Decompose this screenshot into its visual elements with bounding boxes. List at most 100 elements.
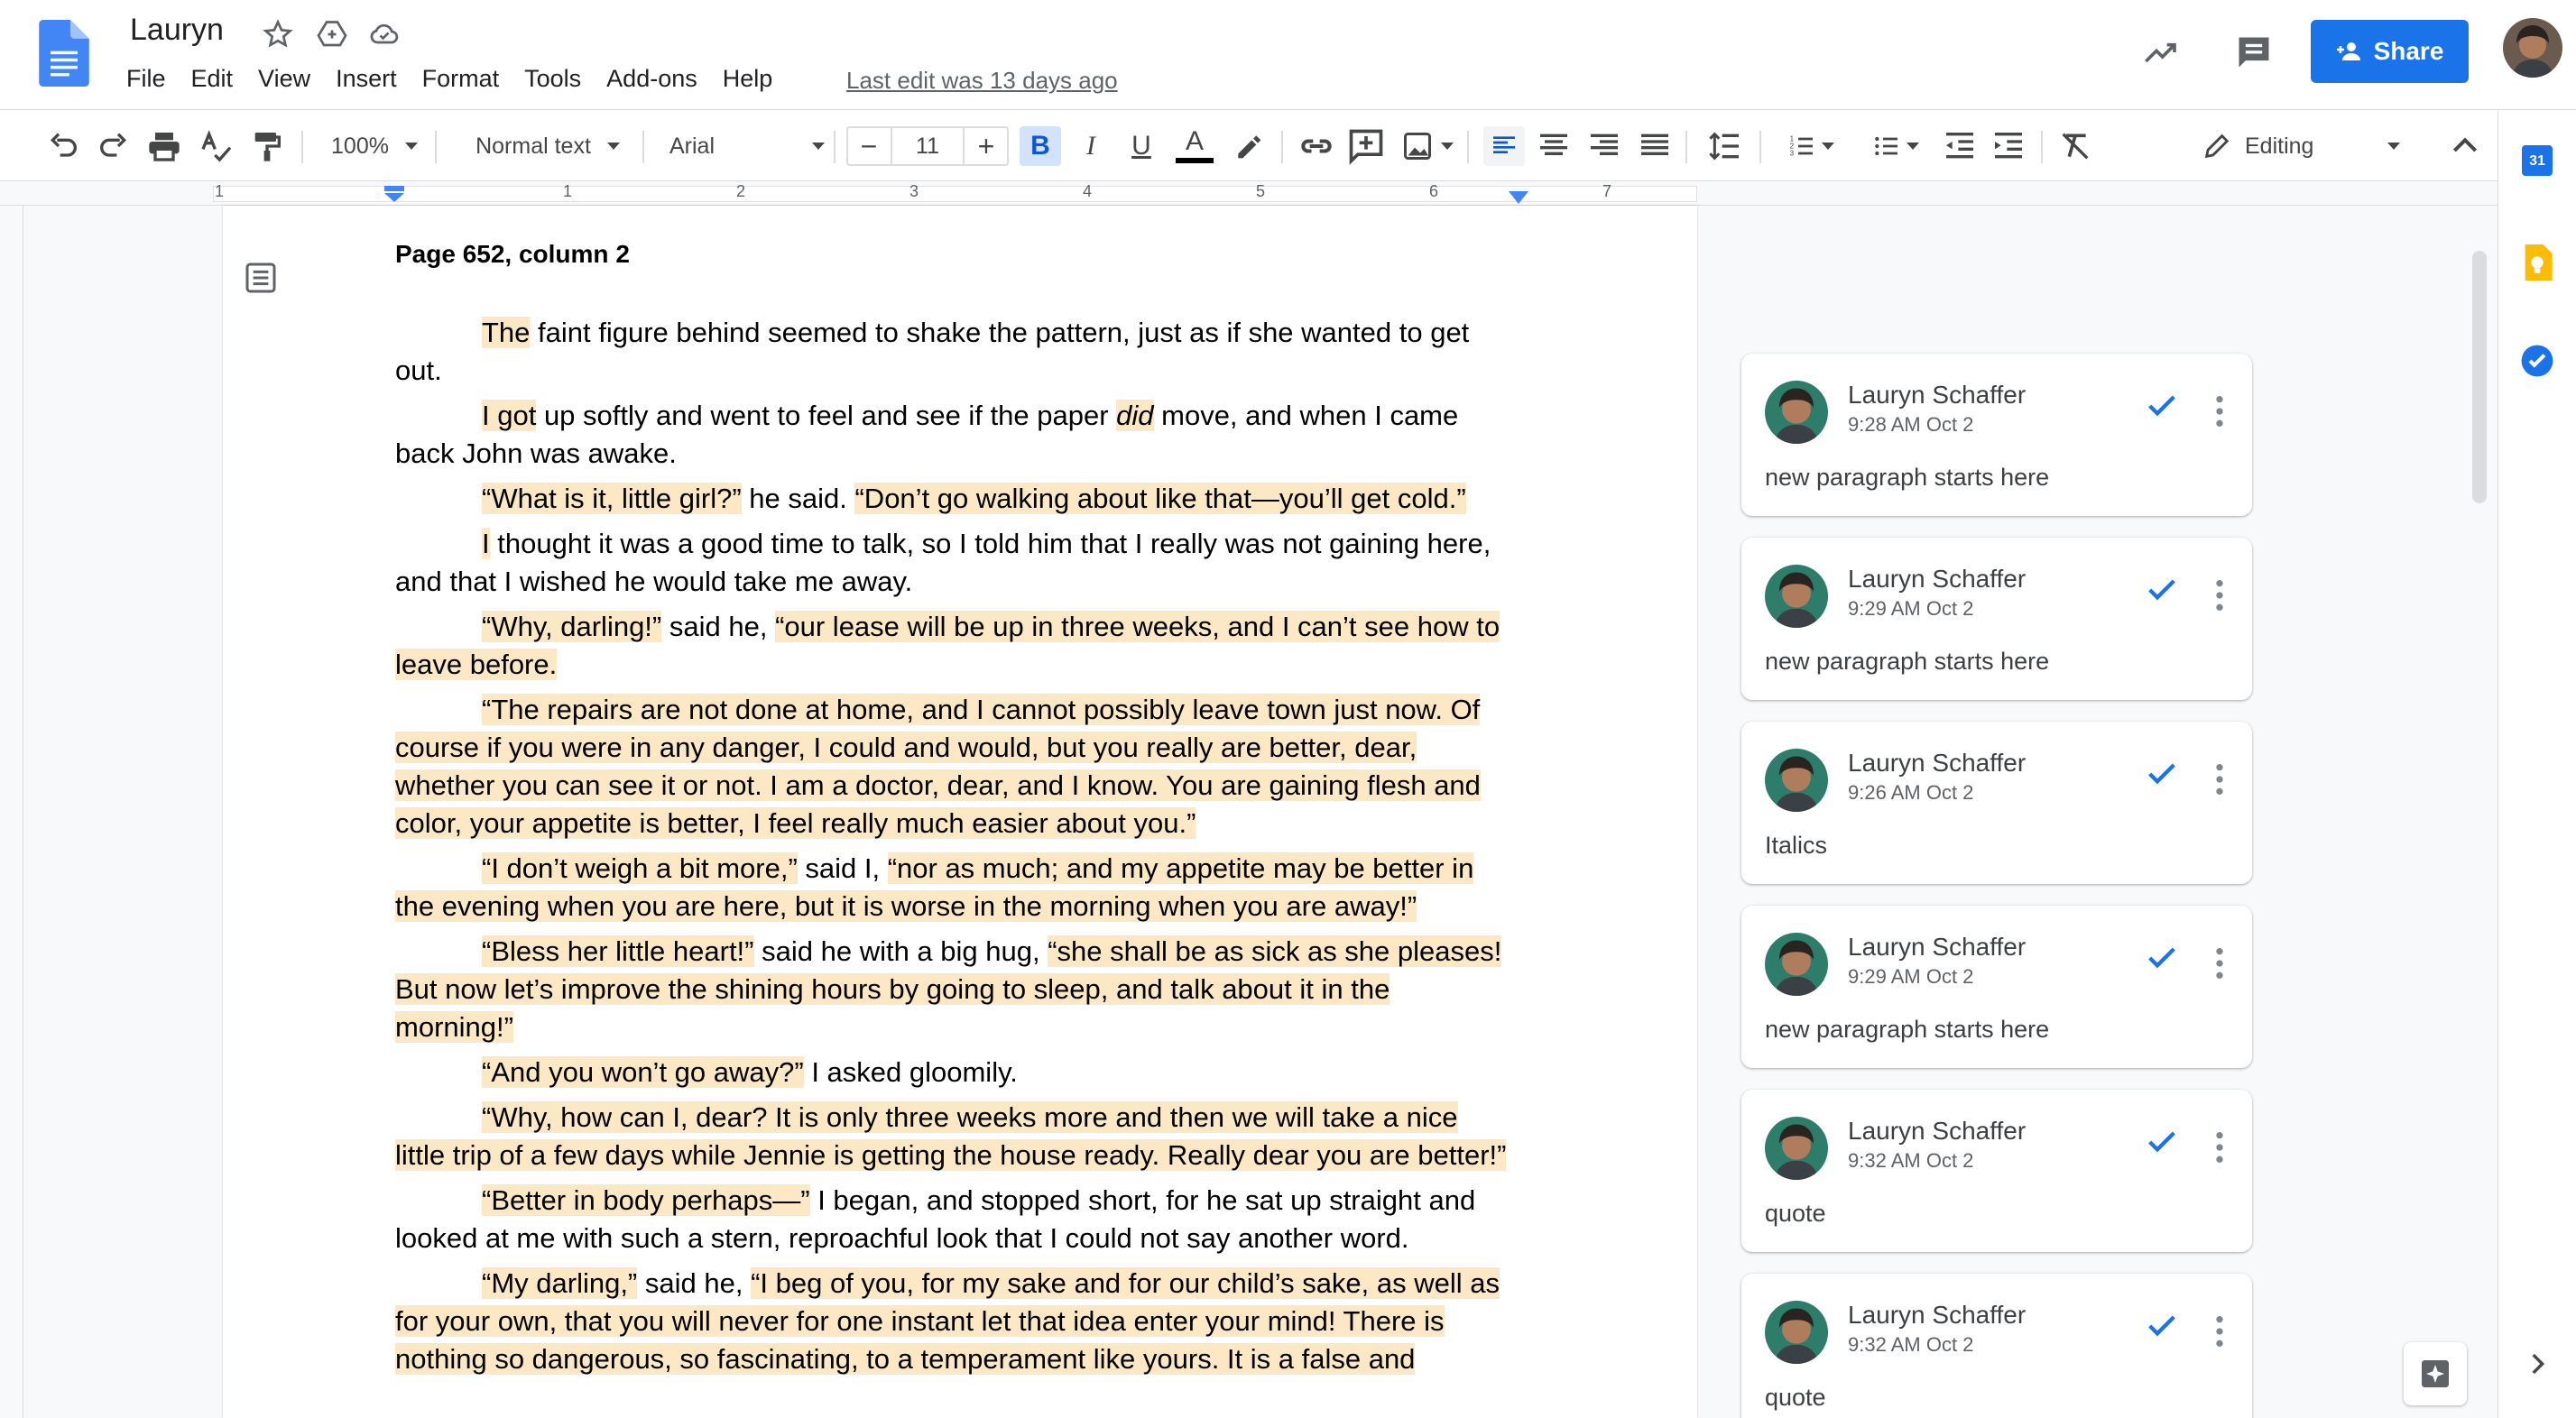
add-comment-icon[interactable]: [1346, 126, 1386, 166]
person-add-icon: [2336, 42, 2360, 60]
highlight-color-icon[interactable]: [1231, 126, 1267, 166]
menu-edit[interactable]: Edit: [191, 65, 234, 93]
document-paragraph[interactable]: “Why, how can I, dear? It is only three …: [395, 1099, 1514, 1174]
tasks-icon[interactable]: [2520, 344, 2554, 378]
collapse-toolbar-icon[interactable]: [2447, 126, 2483, 166]
increase-indent-icon[interactable]: [1990, 126, 2027, 166]
comment-card[interactable]: Lauryn Schaffer 9:28 AM Oct 2 new paragrap…: [1741, 354, 2252, 516]
align-left-button[interactable]: [1483, 126, 1525, 166]
commented-text: The: [482, 317, 531, 348]
star-icon[interactable]: [262, 18, 294, 51]
numbered-list-button[interactable]: 123: [1776, 126, 1844, 166]
font-size-input[interactable]: 11: [891, 128, 965, 164]
decrease-font-size-button[interactable]: −: [848, 130, 890, 163]
comment-timestamp: 9:32 AM Oct 2: [1848, 1333, 1974, 1356]
redo-icon[interactable]: [96, 126, 132, 166]
activity-trend-icon[interactable]: [2140, 34, 2182, 70]
document-paragraph[interactable]: “Why, darling!” said he, “our lease will…: [395, 608, 1514, 684]
document-paragraph[interactable]: “What is it, little girl?” he said. “Don…: [395, 480, 1514, 518]
more-options-icon[interactable]: [2214, 945, 2225, 981]
document-paragraph[interactable]: “Better in body perhaps—” I began, and s…: [395, 1182, 1514, 1257]
editing-mode-select[interactable]: Editing: [2202, 126, 2418, 166]
comment-card[interactable]: Lauryn Schaffer 9:26 AM Oct 2 Italics: [1741, 722, 2252, 884]
chevron-down-icon: [606, 143, 620, 150]
vertical-scrollbar[interactable]: [2472, 251, 2487, 503]
document-heading[interactable]: Page 652, column 2: [395, 240, 630, 269]
print-icon[interactable]: [146, 126, 182, 166]
expand-side-panel-icon[interactable]: [2522, 1349, 2553, 1379]
right-margin-marker-icon[interactable]: [1509, 191, 1528, 204]
cloud-saved-icon[interactable]: [368, 18, 401, 51]
document-title[interactable]: Lauryn: [130, 13, 224, 48]
comment-card[interactable]: Lauryn Schaffer 9:32 AM Oct 2 quote: [1741, 1090, 2252, 1252]
more-options-icon[interactable]: [2214, 761, 2225, 797]
resolve-check-icon[interactable]: [2142, 1124, 2182, 1160]
move-to-drive-icon[interactable]: [316, 18, 348, 51]
menu-add-ons[interactable]: Add-ons: [606, 65, 697, 93]
resolve-check-icon[interactable]: [2142, 388, 2182, 424]
resolve-check-icon[interactable]: [2142, 572, 2182, 608]
bulleted-list-button[interactable]: [1860, 126, 1929, 166]
insert-image-button[interactable]: [1395, 126, 1458, 166]
share-button[interactable]: Share: [2311, 20, 2469, 83]
document-body[interactable]: The faint figure behind seemed to shake …: [395, 314, 1514, 1386]
comment-history-icon[interactable]: [2234, 32, 2274, 72]
align-justify-icon[interactable]: [1637, 126, 1673, 166]
comment-card[interactable]: Lauryn Schaffer 9:29 AM Oct 2 new paragrap…: [1741, 906, 2252, 1068]
decrease-indent-icon[interactable]: [1942, 126, 1978, 166]
menu-tools[interactable]: Tools: [524, 65, 581, 93]
document-paragraph[interactable]: “Bless her little heart!” said he with a…: [395, 933, 1514, 1046]
account-avatar[interactable]: [2503, 18, 2562, 78]
menu-help[interactable]: Help: [723, 65, 773, 93]
align-center-icon[interactable]: [1536, 126, 1572, 166]
horizontal-ruler: 1 1 2 3 4 5 6 7: [0, 182, 2498, 206]
document-paragraph[interactable]: The faint figure behind seemed to shake …: [395, 314, 1514, 390]
zoom-select[interactable]: 100%: [325, 126, 424, 166]
resolve-check-icon[interactable]: [2142, 756, 2182, 792]
menu-file[interactable]: File: [126, 65, 166, 93]
comment-card[interactable]: Lauryn Schaffer 9:32 AM Oct 2 quote: [1741, 1274, 2252, 1418]
document-paragraph[interactable]: I got up softly and went to feel and see…: [395, 397, 1514, 473]
document-paragraph[interactable]: “My darling,” said he, “I beg of you, fo…: [395, 1265, 1514, 1378]
more-options-icon[interactable]: [2214, 1129, 2225, 1165]
line-spacing-icon[interactable]: [1707, 126, 1743, 166]
paragraph-style-select[interactable]: Normal text: [462, 126, 633, 166]
align-right-icon[interactable]: [1586, 126, 1622, 166]
undo-icon[interactable]: [45, 126, 81, 166]
last-edit-link[interactable]: Last edit was 13 days ago: [846, 67, 1118, 95]
insert-link-icon[interactable]: [1296, 126, 1337, 166]
document-paragraph[interactable]: “And you won’t go away?” I asked gloomil…: [395, 1054, 1514, 1091]
vertical-ruler: [0, 206, 23, 1418]
font-select[interactable]: Arial: [669, 126, 832, 166]
document-paragraph[interactable]: “The repairs are not done at home, and I…: [395, 691, 1514, 843]
explore-button[interactable]: [2404, 1342, 2467, 1405]
italic-button[interactable]: I: [1070, 126, 1112, 166]
clear-formatting-icon[interactable]: [2057, 126, 2093, 166]
resolve-check-icon[interactable]: [2142, 940, 2182, 976]
resolve-check-icon[interactable]: [2142, 1308, 2182, 1344]
indent-marker-icon[interactable]: [383, 186, 406, 202]
text-run: he said.: [741, 483, 855, 514]
text-color-button[interactable]: A: [1173, 126, 1216, 166]
bold-button[interactable]: B: [1020, 126, 1061, 166]
more-options-icon[interactable]: [2214, 393, 2225, 429]
text-run: up softly and went to feel and see if th…: [536, 400, 1117, 431]
increase-font-size-button[interactable]: +: [965, 130, 1007, 163]
calendar-icon[interactable]: 31: [2522, 145, 2553, 176]
underline-button[interactable]: U: [1121, 126, 1162, 166]
comment-avatar: [1765, 749, 1828, 812]
more-options-icon[interactable]: [2214, 577, 2225, 613]
menu-view[interactable]: View: [258, 65, 310, 93]
docs-logo-icon[interactable]: [38, 20, 90, 87]
document-paragraph[interactable]: I thought it was a good time to talk, so…: [395, 525, 1514, 601]
document-paragraph[interactable]: “I don’t weigh a bit more,” said I, “nor…: [395, 850, 1514, 925]
more-options-icon[interactable]: [2214, 1313, 2225, 1349]
spellcheck-icon[interactable]: [199, 126, 235, 166]
document-outline-icon[interactable]: [243, 260, 279, 296]
menu-insert[interactable]: Insert: [336, 65, 397, 93]
paint-format-icon[interactable]: [249, 126, 285, 166]
comment-card[interactable]: Lauryn Schaffer 9:29 AM Oct 2 new paragrap…: [1741, 538, 2252, 700]
keep-icon[interactable]: [2522, 244, 2553, 281]
chevron-down-icon: [1907, 143, 1919, 150]
menu-format[interactable]: Format: [422, 65, 500, 93]
